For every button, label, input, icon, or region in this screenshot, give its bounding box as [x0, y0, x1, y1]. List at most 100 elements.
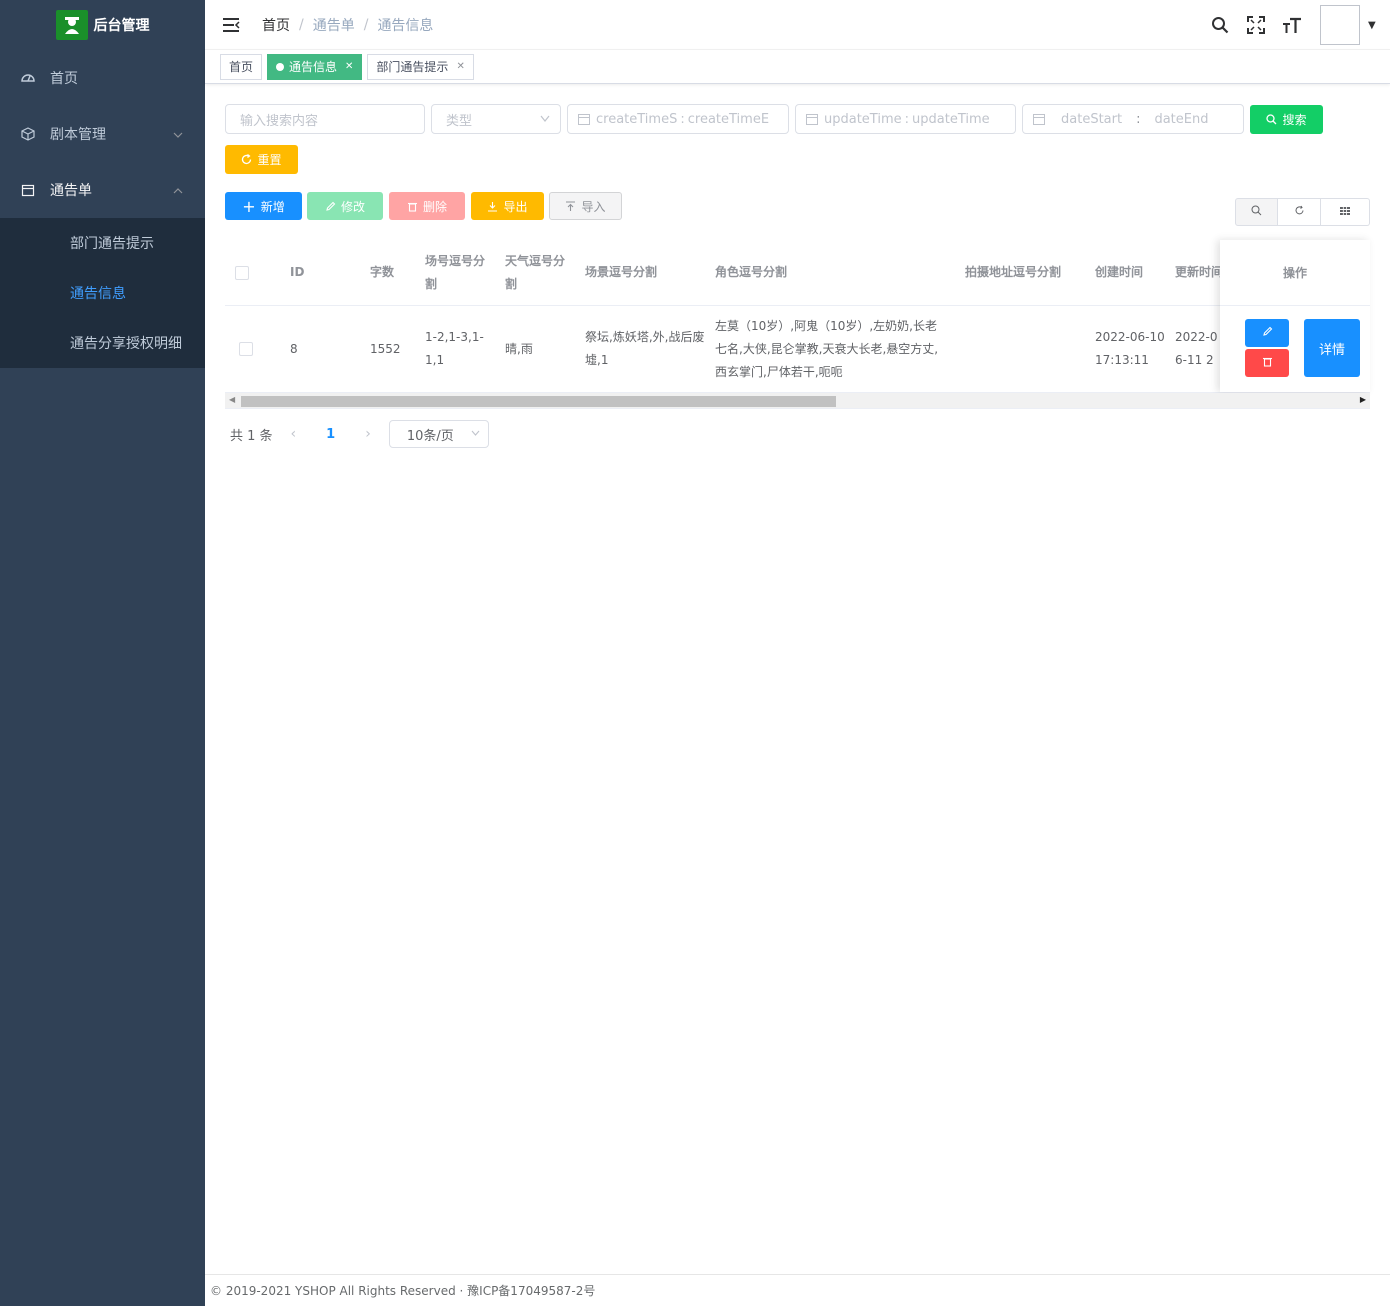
range-separator: : [680, 111, 685, 127]
submenu: 部门通告提示 通告信息 通告分享授权明细 [0, 218, 205, 368]
col-header[interactable]: 创建时间 [1085, 261, 1165, 284]
dashboard-icon [20, 70, 36, 86]
export-button[interactable]: 导出 [471, 192, 544, 220]
search-input[interactable]: 输入搜索内容 [225, 104, 425, 134]
col-header[interactable]: 角色逗号分割 [705, 261, 955, 284]
next-page-icon[interactable]: › [365, 426, 371, 442]
pager-total: 共 1 条 [230, 428, 273, 444]
prev-page-icon[interactable]: ‹ [291, 426, 297, 442]
create-start: createTimeS [596, 111, 678, 127]
chevron-down-icon [540, 115, 550, 123]
refresh-button[interactable] [1278, 198, 1321, 226]
col-header: 操作 [1220, 240, 1370, 306]
row-select-cell [225, 342, 280, 356]
sidebar-item-label: 通告单 [50, 183, 92, 199]
sidebar-item-label: 首页 [50, 71, 78, 87]
calendar-icon [1033, 113, 1045, 125]
col-header[interactable]: 场号逗号分割 [415, 250, 495, 296]
col-header[interactable]: 更新时间 [1165, 261, 1220, 284]
toolbar: + 新增 修改 删除 导出 导入 [225, 192, 1370, 226]
sidebar-item-share-detail[interactable]: 通告分享授权明细 [0, 318, 205, 368]
reset-button[interactable]: 重置 [225, 145, 298, 174]
columns-button[interactable] [1321, 198, 1370, 226]
col-header[interactable]: ID [280, 261, 360, 284]
row-detail-button[interactable]: 详情 [1304, 319, 1360, 377]
create-time-range[interactable]: createTimeS : createTimeE [567, 104, 789, 134]
toggle-search-button[interactable] [1235, 198, 1278, 226]
import-button-label: 导入 [581, 199, 606, 214]
scroll-left-icon[interactable]: ◀ [229, 395, 235, 404]
sidebar: 后台管理 首页 剧本管理 通告单 部门通告提示 通告信息 通告分享授权明细 [0, 0, 205, 1306]
date-start: dateStart [1061, 111, 1123, 127]
range-separator: : [904, 111, 910, 127]
tag-notice-info[interactable]: 通告信息 ✕ [267, 53, 363, 80]
fixed-operation-column: 操作 详情 [1220, 240, 1370, 392]
breadcrumb-separator: / [299, 16, 304, 33]
scroll-right-icon[interactable]: ▶ [1360, 395, 1366, 404]
delete-button-label: 删除 [422, 199, 447, 214]
horizontal-scrollbar[interactable]: ◀ ▶ [225, 393, 1370, 409]
operation-cell: 详情 [1220, 306, 1370, 392]
table-row[interactable]: 8 1552 1-2,1-3,1-1,1 晴,雨 祭坛,炼妖塔,外,战后废墟,1… [225, 306, 1370, 392]
table-header: ID 字数 场号逗号分割 天气逗号分割 场景逗号分割 角色逗号分割 拍摄地址逗号… [225, 240, 1370, 306]
col-header[interactable]: 字数 [360, 261, 415, 284]
data-table: ID 字数 场号逗号分割 天气逗号分割 场景逗号分割 角色逗号分割 拍摄地址逗号… [225, 240, 1370, 393]
tag-label: 通告信息 [289, 60, 338, 74]
cell-created: 2022-06-10 17:13:11 [1095, 330, 1165, 367]
update-end: updateTime [912, 111, 990, 127]
chevron-down-icon [471, 430, 480, 437]
update-time-range[interactable]: updateTime : updateTime [795, 104, 1016, 134]
caret-down-icon[interactable]: ▼ [1368, 20, 1378, 31]
edit-button[interactable]: 修改 [307, 192, 383, 220]
delete-button[interactable]: 删除 [389, 192, 465, 220]
search-icon[interactable] [1210, 15, 1230, 35]
date-range[interactable]: dateStart : dateEnd [1022, 104, 1244, 134]
cube-icon [20, 126, 36, 142]
breadcrumb-item[interactable]: 首页 [262, 15, 290, 35]
navbar: 首页 / 通告单 / 通告信息 ▼ [205, 0, 1390, 50]
select-all-checkbox[interactable] [235, 265, 249, 280]
calendar-icon [20, 182, 36, 198]
row-delete-button[interactable] [1245, 349, 1289, 377]
search-button-label: 搜索 [1282, 112, 1307, 127]
close-icon[interactable]: ✕ [345, 61, 353, 72]
close-icon[interactable]: ✕ [456, 61, 464, 72]
hamburger-icon[interactable] [222, 16, 240, 34]
add-button[interactable]: + 新增 [225, 192, 302, 220]
grid-icon [1340, 205, 1350, 220]
row-edit-button[interactable] [1245, 319, 1289, 347]
page-size-value: 10条/页 [406, 428, 454, 444]
search-row: 输入搜索内容 类型 createTimeS : createTimeE upda… [225, 104, 1370, 134]
import-button[interactable]: 导入 [549, 192, 622, 220]
edit-icon [1262, 326, 1273, 340]
font-size-icon[interactable] [1282, 15, 1302, 35]
page-number[interactable]: 1 [326, 427, 335, 442]
tag-dept-notice[interactable]: 部门通告提示 ✕ [367, 53, 474, 80]
content: 输入搜索内容 类型 createTimeS : createTimeE upda… [205, 104, 1390, 448]
trash-icon [407, 201, 418, 212]
type-placeholder: 类型 [446, 113, 473, 129]
create-end: createTimeE [687, 111, 770, 127]
logo[interactable]: 后台管理 [0, 0, 205, 50]
cell-scene-no: 1-2,1-3,1-1,1 [425, 330, 484, 367]
page-size-select[interactable]: 10条/页 [388, 420, 489, 448]
col-header[interactable]: 场景逗号分割 [575, 261, 705, 284]
sidebar-item-home[interactable]: 首页 [0, 50, 205, 106]
avatar[interactable] [1320, 5, 1360, 45]
col-header[interactable]: 天气逗号分割 [495, 250, 575, 296]
table-tools [1235, 198, 1370, 226]
row-checkbox[interactable] [239, 342, 253, 356]
tag-label: 首页 [229, 60, 254, 74]
fullscreen-icon[interactable] [1246, 15, 1266, 35]
scrollbar-thumb[interactable] [241, 396, 836, 407]
sidebar-item-dept-notice[interactable]: 部门通告提示 [0, 218, 205, 268]
type-select[interactable]: 类型 [431, 104, 561, 134]
tag-home[interactable]: 首页 [220, 53, 263, 80]
sidebar-item-notice-info[interactable]: 通告信息 [0, 268, 205, 318]
search-button[interactable]: 搜索 [1250, 104, 1323, 134]
footer: © 2019-2021 YSHOP All Rights Reserved · … [205, 1274, 1390, 1306]
col-header[interactable]: 拍摄地址逗号分割 [955, 261, 1085, 284]
sidebar-item-notice[interactable]: 通告单 [0, 162, 205, 218]
sidebar-item-script[interactable]: 剧本管理 [0, 106, 205, 162]
export-button-label: 导出 [503, 199, 528, 214]
